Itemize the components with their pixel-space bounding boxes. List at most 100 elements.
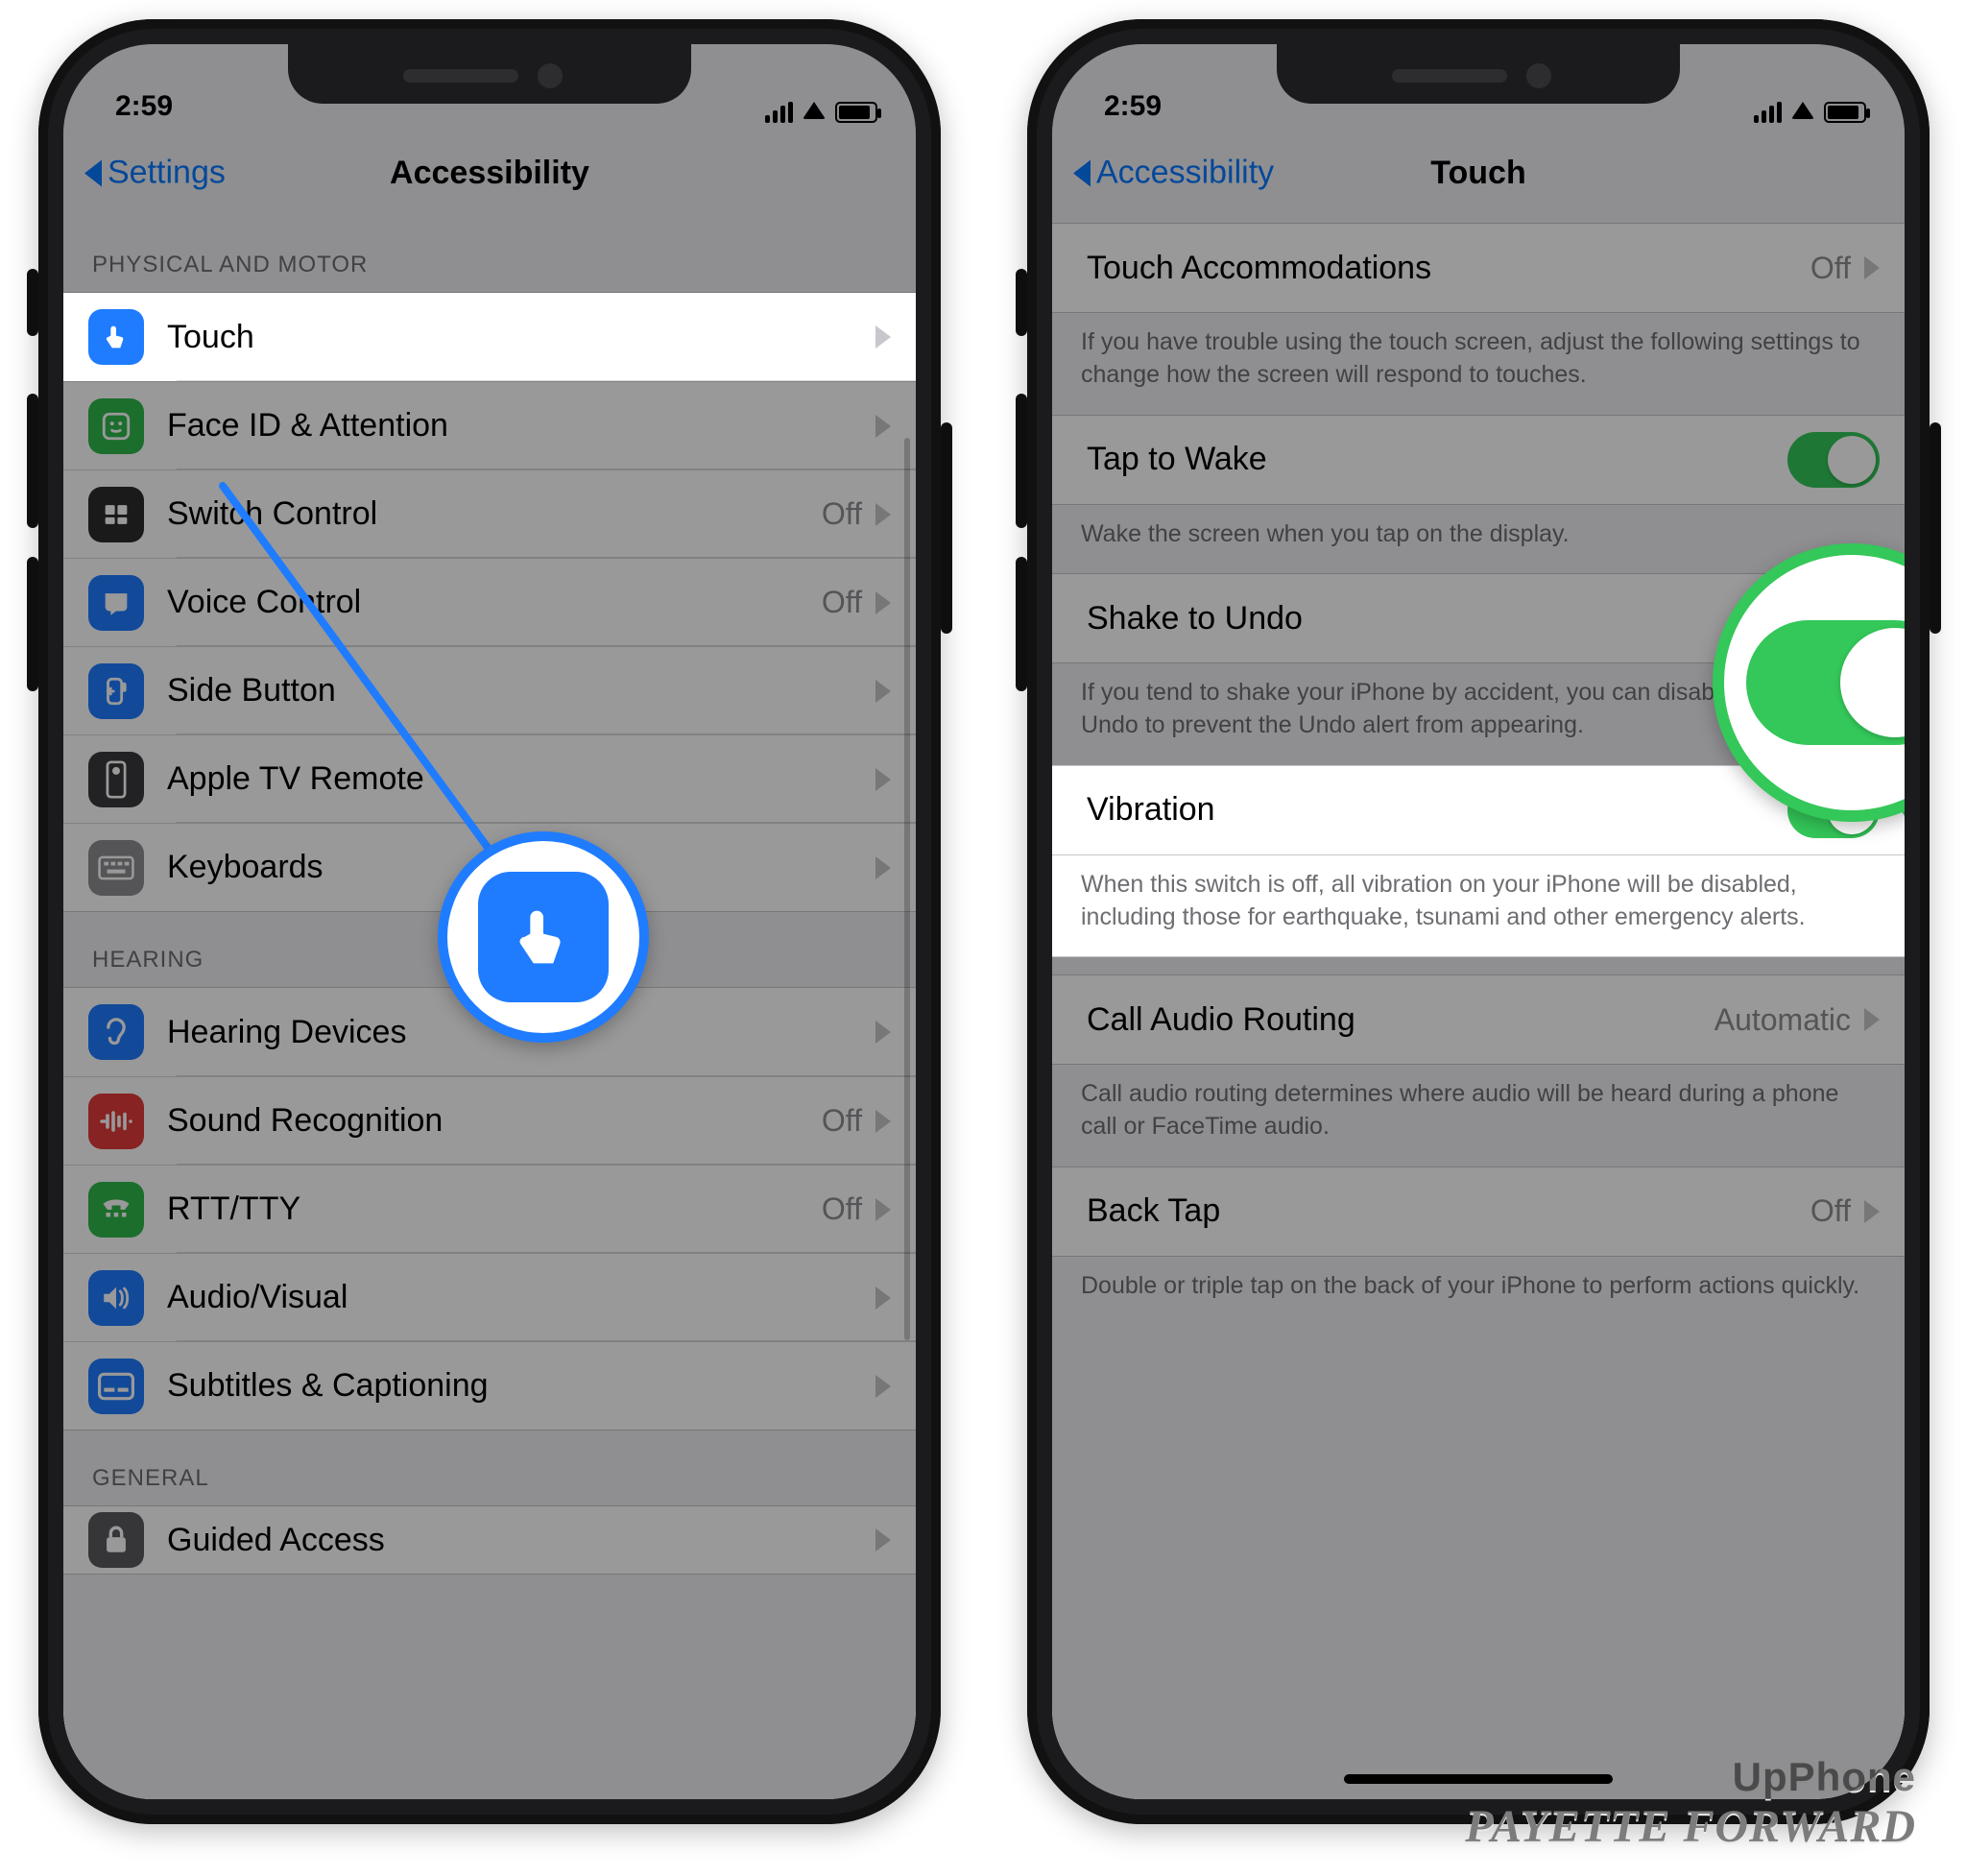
nav-title: Touch <box>1430 155 1525 192</box>
row-audio-visual[interactable]: Audio/Visual <box>63 1253 916 1341</box>
footer-back-tap: Double or triple tap on the back of your… <box>1052 1257 1905 1326</box>
chevron-right-icon <box>875 1287 891 1310</box>
back-button[interactable]: Accessibility <box>1073 155 1274 192</box>
touch-icon <box>88 309 144 365</box>
footer-tap-to-wake: Wake the screen when you tap on the disp… <box>1052 505 1905 574</box>
row-detail: Off <box>822 496 862 532</box>
row-detail: Off <box>822 585 862 620</box>
section-header-general: GENERAL <box>63 1431 916 1505</box>
group-general: Guided Access <box>63 1505 916 1575</box>
volume-up <box>27 394 38 528</box>
switch-control-icon <box>88 487 144 542</box>
row-label: Switch Control <box>167 495 822 533</box>
volume-down <box>1016 557 1027 691</box>
chevron-right-icon <box>875 1021 891 1044</box>
chevron-left-icon <box>1073 159 1091 186</box>
face-id-icon <box>88 398 144 454</box>
back-label: Settings <box>108 155 226 192</box>
row-label: Touch Accommodations <box>1087 250 1810 287</box>
row-label: Back Tap <box>1087 1192 1810 1230</box>
group-hearing: Hearing Devices Sound Recognition Off <box>63 987 916 1431</box>
battery-icon <box>835 102 877 123</box>
screen-left: 2:59 Settings Accessibility PHYSICAL AND… <box>63 44 916 1799</box>
toggle-on-large <box>1746 620 1905 745</box>
status-time: 2:59 <box>115 90 173 123</box>
nav-bar: Accessibility Touch <box>1052 129 1905 217</box>
row-tap-to-wake[interactable]: Tap to Wake <box>1052 416 1905 504</box>
phone-left: 2:59 Settings Accessibility PHYSICAL AND… <box>38 19 941 1824</box>
wifi-icon <box>803 102 826 119</box>
phone-right: 2:59 Accessibility Touch Touch Accommod <box>1027 19 1930 1824</box>
row-label: Side Button <box>167 672 875 710</box>
row-label: Subtitles & Captioning <box>167 1367 875 1405</box>
captions-icon <box>88 1359 144 1414</box>
bubble-touch-icon <box>438 831 649 1043</box>
row-back-tap[interactable]: Back Tap Off <box>1052 1167 1905 1256</box>
chevron-right-icon <box>1864 1008 1880 1031</box>
row-face-id[interactable]: Face ID & Attention <box>63 381 916 469</box>
home-indicator <box>1344 1774 1613 1784</box>
content-right[interactable]: Touch Accommodations Off If you have tro… <box>1052 217 1905 1799</box>
tty-icon <box>88 1182 144 1238</box>
row-switch-control[interactable]: Switch Control Off <box>63 469 916 558</box>
back-button[interactable]: Settings <box>84 155 226 192</box>
footer-touch-accommodations: If you have trouble using the touch scre… <box>1052 313 1905 415</box>
battery-icon <box>1824 102 1866 123</box>
chevron-left-icon <box>84 159 102 186</box>
side-button-hw <box>1930 422 1941 634</box>
row-call-audio-routing[interactable]: Call Audio Routing Automatic <box>1052 975 1905 1064</box>
notch <box>1277 44 1680 104</box>
row-label: RTT/TTY <box>167 1191 822 1228</box>
status-icons <box>1754 102 1866 123</box>
signal-icon <box>1754 102 1782 123</box>
chevron-right-icon <box>875 1375 891 1398</box>
keyboard-icon <box>88 840 144 896</box>
volume-up <box>1016 394 1027 528</box>
row-label: Face ID & Attention <box>167 407 875 445</box>
chevron-right-icon <box>875 768 891 791</box>
mute-switch <box>1016 269 1027 336</box>
apple-tv-remote-icon <box>88 752 144 807</box>
screen-right: 2:59 Accessibility Touch Touch Accommod <box>1052 44 1905 1799</box>
row-label: Touch <box>167 319 875 356</box>
row-guided-access[interactable]: Guided Access <box>63 1506 916 1574</box>
row-detail: Off <box>1810 251 1851 286</box>
signal-icon <box>765 102 793 123</box>
row-detail: Off <box>1810 1193 1851 1229</box>
chevron-right-icon <box>875 856 891 879</box>
ear-icon <box>88 1004 144 1060</box>
side-button-icon <box>88 663 144 719</box>
row-label: Guided Access <box>167 1522 875 1559</box>
row-label: Tap to Wake <box>1087 441 1787 478</box>
chevron-right-icon <box>1864 256 1880 279</box>
row-sound-recognition[interactable]: Sound Recognition Off <box>63 1076 916 1165</box>
chevron-right-icon <box>875 503 891 526</box>
row-label: Voice Control <box>167 584 822 621</box>
touch-icon-large <box>478 872 609 1002</box>
row-detail: Off <box>822 1191 862 1227</box>
toggle-on[interactable] <box>1787 432 1880 488</box>
footer-call-audio: Call audio routing determines where audi… <box>1052 1065 1905 1166</box>
watermark-line2: PAYETTE FORWARD <box>1465 1800 1916 1853</box>
row-rtt-tty[interactable]: RTT/TTY Off <box>63 1165 916 1253</box>
back-label: Accessibility <box>1096 155 1274 192</box>
speaker-icon <box>88 1270 144 1326</box>
row-touch-accommodations[interactable]: Touch Accommodations Off <box>1052 224 1905 312</box>
row-label: Shake to Undo <box>1087 600 1787 637</box>
footer-vibration: When this switch is off, all vibration o… <box>1052 855 1905 958</box>
chevron-right-icon <box>875 415 891 438</box>
row-label: Vibration <box>1087 791 1787 829</box>
row-subtitles[interactable]: Subtitles & Captioning <box>63 1341 916 1430</box>
watermark: UpPhone PAYETTE FORWARD <box>1465 1754 1916 1853</box>
chevron-right-icon <box>875 680 891 703</box>
nav-title: Accessibility <box>390 155 589 192</box>
row-touch[interactable]: Touch <box>63 293 916 381</box>
row-detail: Off <box>822 1103 862 1139</box>
row-apple-tv-remote[interactable]: Apple TV Remote <box>63 734 916 823</box>
status-time: 2:59 <box>1104 90 1162 123</box>
chevron-right-icon <box>875 1198 891 1221</box>
row-side-button[interactable]: Side Button <box>63 646 916 734</box>
voice-control-icon <box>88 575 144 631</box>
chevron-right-icon <box>875 1110 891 1133</box>
row-voice-control[interactable]: Voice Control Off <box>63 558 916 646</box>
